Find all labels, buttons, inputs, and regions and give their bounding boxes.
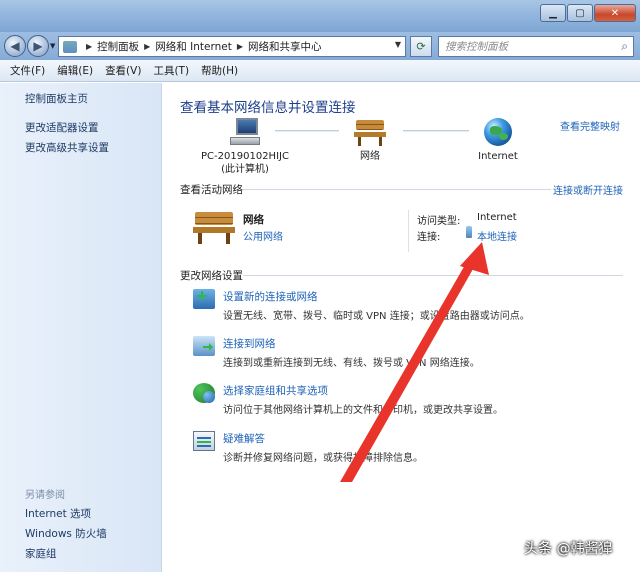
sidebar-link-control-panel-home[interactable]: 控制面板主页 — [25, 91, 88, 106]
control-panel-icon — [63, 40, 77, 53]
task-homegroup-desc: 访问位于其他网络计算机上的文件和打印机，或更改共享设置。 — [223, 405, 503, 416]
map-connector-line — [403, 130, 469, 132]
sidebar-link-windows-firewall[interactable]: Windows 防火墙 — [25, 526, 107, 541]
menu-view[interactable]: 查看(V) — [99, 63, 147, 78]
window-controls: ▁ ▢ ✕ — [539, 4, 636, 22]
sidebar-link-homegroup[interactable]: 家庭组 — [25, 546, 57, 561]
public-network-icon — [354, 118, 386, 146]
task-connect-network-link[interactable]: 连接到网络 — [223, 336, 276, 351]
arrow-left-icon: ◀ — [10, 39, 20, 53]
refresh-icon: ⟳ — [416, 40, 426, 53]
task-setup-connection-desc: 设置无线、宽带、拨号、临时或 VPN 连接；或设置路由器或访问点。 — [223, 311, 530, 322]
connection-label: 连接: — [417, 232, 441, 243]
chevron-right-icon[interactable]: ▶ — [237, 42, 243, 51]
computer-icon — [228, 118, 262, 146]
map-connector-line — [275, 130, 339, 132]
internet-node-label: Internet — [478, 151, 518, 162]
homegroup-icon — [193, 383, 215, 403]
arrow-right-icon: ▶ — [33, 39, 43, 53]
active-network-name: 网络 — [243, 214, 264, 226]
search-placeholder: 搜索控制面板 — [445, 41, 508, 53]
left-navigation-pane: 控制面板主页 更改适配器设置 更改高级共享设置 另请参阅 Internet 选项… — [0, 83, 162, 572]
node-network: 网络 — [345, 118, 395, 163]
view-full-map-link[interactable]: 查看完整映射 — [560, 118, 620, 133]
computer-name: PC-20190102HIJC — [201, 151, 289, 162]
vertical-divider — [408, 210, 409, 252]
sidebar-link-advanced-sharing-settings[interactable]: 更改高级共享设置 — [25, 140, 109, 155]
active-network-icon — [193, 210, 235, 244]
address-dropdown-icon[interactable]: ▼ — [395, 40, 401, 49]
menu-bar: 文件(F) 编辑(E) 查看(V) 工具(T) 帮助(H) — [0, 60, 640, 82]
breadcrumb-control-panel[interactable]: 控制面板 — [97, 39, 139, 54]
menu-tools[interactable]: 工具(T) — [147, 63, 195, 78]
task-setup-connection-link[interactable]: 设置新的连接或网络 — [223, 289, 318, 304]
sidebar-link-internet-options[interactable]: Internet 选项 — [25, 506, 91, 521]
maximize-button[interactable]: ▢ — [567, 4, 593, 22]
section-divider — [243, 189, 551, 190]
menu-edit[interactable]: 编辑(E) — [51, 63, 99, 78]
ethernet-plug-icon — [466, 226, 472, 238]
window-titlebar: ▁ ▢ ✕ — [0, 0, 640, 32]
minimize-button[interactable]: ▁ — [540, 4, 566, 22]
navigation-bar: ◀ ▶ ▼ ▶ 控制面板 ▶ 网络和 Internet ▶ 网络和共享中心 ▼ … — [0, 32, 640, 60]
task-connect-network-desc: 连接到或重新连接到无线、有线、拨号或 VPN 网络连接。 — [223, 358, 480, 369]
task-troubleshoot-link[interactable]: 疑难解答 — [223, 431, 265, 446]
network-type-link[interactable]: 公用网络 — [243, 228, 283, 243]
chevron-right-icon[interactable]: ▶ — [144, 42, 150, 51]
menu-file[interactable]: 文件(F) — [4, 63, 51, 78]
main-content: 查看基本网络信息并设置连接 查看完整映射 PC-20190102HIJC (此计… — [163, 83, 640, 572]
change-settings-heading: 更改网络设置 — [180, 270, 243, 282]
troubleshoot-icon — [193, 431, 215, 451]
menu-help[interactable]: 帮助(H) — [195, 63, 244, 78]
breadcrumb-network-sharing-center[interactable]: 网络和共享中心 — [248, 39, 322, 54]
recent-pages-dropdown[interactable]: ▼ — [50, 42, 55, 50]
task-homegroup-link[interactable]: 选择家庭组和共享选项 — [223, 383, 328, 398]
local-connection-link[interactable]: 本地连接 — [477, 228, 517, 243]
task-troubleshoot-desc: 诊断并修复网络问题，或获得故障排除信息。 — [223, 453, 423, 464]
network-node-label: 网络 — [360, 151, 380, 162]
connect-network-icon — [193, 336, 215, 356]
connect-disconnect-link[interactable]: 连接或断开连接 — [553, 182, 623, 197]
close-button[interactable]: ✕ — [594, 4, 636, 22]
internet-globe-icon — [484, 118, 512, 146]
search-icon[interactable]: ⌕ — [621, 39, 628, 54]
access-type-value: Internet — [477, 212, 517, 223]
page-title: 查看基本网络信息并设置连接 — [180, 100, 356, 116]
see-also-heading: 另请参阅 — [25, 490, 65, 501]
node-this-computer: PC-20190102HIJC (此计算机) — [195, 118, 295, 176]
network-setup-icon — [193, 289, 215, 309]
sidebar-link-change-adapter-settings[interactable]: 更改适配器设置 — [25, 120, 99, 135]
node-internet: Internet — [473, 118, 523, 163]
section-divider — [243, 275, 623, 276]
active-networks-heading: 查看活动网络 — [180, 184, 243, 196]
search-input[interactable]: 搜索控制面板 ⌕ — [438, 36, 634, 57]
chevron-right-icon[interactable]: ▶ — [86, 42, 92, 51]
address-bar[interactable]: ▶ 控制面板 ▶ 网络和 Internet ▶ 网络和共享中心 ▼ — [58, 36, 406, 57]
computer-subtitle: (此计算机) — [221, 164, 269, 175]
refresh-button[interactable]: ⟳ — [410, 36, 432, 57]
breadcrumb-network-internet[interactable]: 网络和 Internet — [155, 39, 232, 54]
forward-button[interactable]: ▶ — [27, 35, 49, 57]
access-type-label: 访问类型: — [417, 216, 461, 227]
back-button[interactable]: ◀ — [4, 35, 26, 57]
watermark-text: 头条 @韩酱獋 — [524, 541, 613, 557]
